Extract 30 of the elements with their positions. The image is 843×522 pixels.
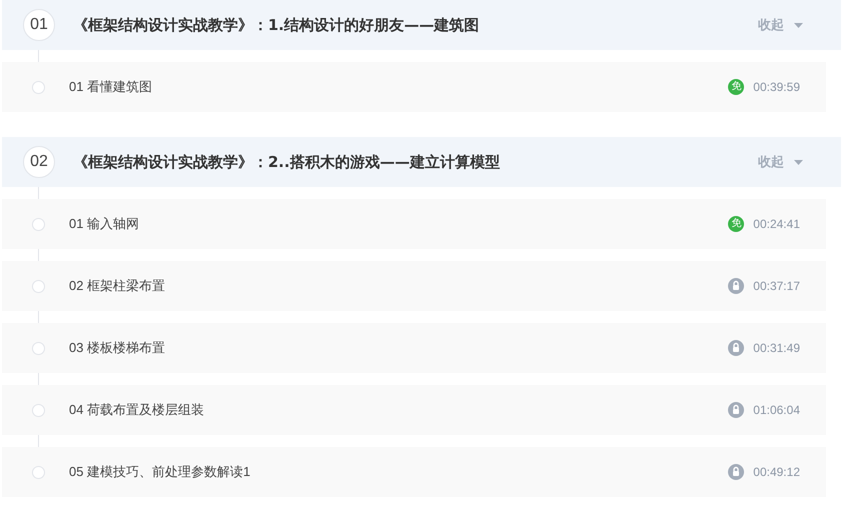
lesson-title: 04 荷载布置及楼层组装 bbox=[69, 401, 206, 420]
lesson-title: 01 看懂建筑图 bbox=[69, 78, 154, 96]
lesson-row[interactable]: 01 看懂建筑图 免 00:39:59 bbox=[2, 62, 826, 112]
lock-icon bbox=[728, 402, 744, 418]
lesson-row[interactable]: 05 建模技巧、前处理参数解读1 00:49:12 bbox=[2, 447, 826, 497]
lesson-row[interactable]: 04 荷载布置及楼层组装 01:06:04 bbox=[2, 385, 826, 435]
lesson-row[interactable]: 03 楼板楼梯布置 00:31:49 bbox=[2, 323, 826, 373]
lock-icon bbox=[728, 340, 744, 356]
section-title: 《框架结构设计实战教学》：1.结构设计的好朋友——建筑图 bbox=[73, 14, 480, 36]
lesson-duration: 00:24:41 bbox=[753, 216, 800, 233]
lesson-row[interactable]: 01 输入轴网 免 00:24:41 bbox=[2, 199, 826, 249]
section-number: 02 bbox=[23, 146, 55, 178]
section-header[interactable]: 01 《框架结构设计实战教学》：1.结构设计的好朋友——建筑图 收起 bbox=[2, 0, 841, 50]
section-title: 《框架结构设计实战教学》：2..搭积木的游戏——建立计算模型 bbox=[73, 152, 501, 173]
lock-icon bbox=[728, 464, 744, 480]
free-badge: 免 bbox=[728, 216, 744, 232]
section-number: 01 bbox=[23, 9, 55, 41]
lesson-duration: 00:39:59 bbox=[753, 79, 800, 96]
lesson-row[interactable]: 02 框架柱梁布置 00:37:17 bbox=[2, 261, 826, 311]
lesson-title: 05 建模技巧、前处理参数解读1 bbox=[69, 463, 252, 482]
section-header[interactable]: 02 《框架结构设计实战教学》：2..搭积木的游戏——建立计算模型 收起 bbox=[2, 137, 841, 187]
lesson-title: 02 框架柱梁布置 bbox=[69, 277, 166, 296]
lesson-title: 01 输入轴网 bbox=[69, 215, 140, 234]
lock-icon bbox=[728, 278, 744, 294]
lesson-duration: 00:31:49 bbox=[753, 340, 800, 357]
lesson-duration: 00:37:17 bbox=[753, 278, 800, 295]
free-badge: 免 bbox=[728, 79, 744, 95]
lesson-duration: 01:06:04 bbox=[753, 402, 800, 419]
lesson-title: 03 楼板楼梯布置 bbox=[69, 339, 166, 358]
lesson-duration: 00:49:12 bbox=[753, 464, 800, 481]
